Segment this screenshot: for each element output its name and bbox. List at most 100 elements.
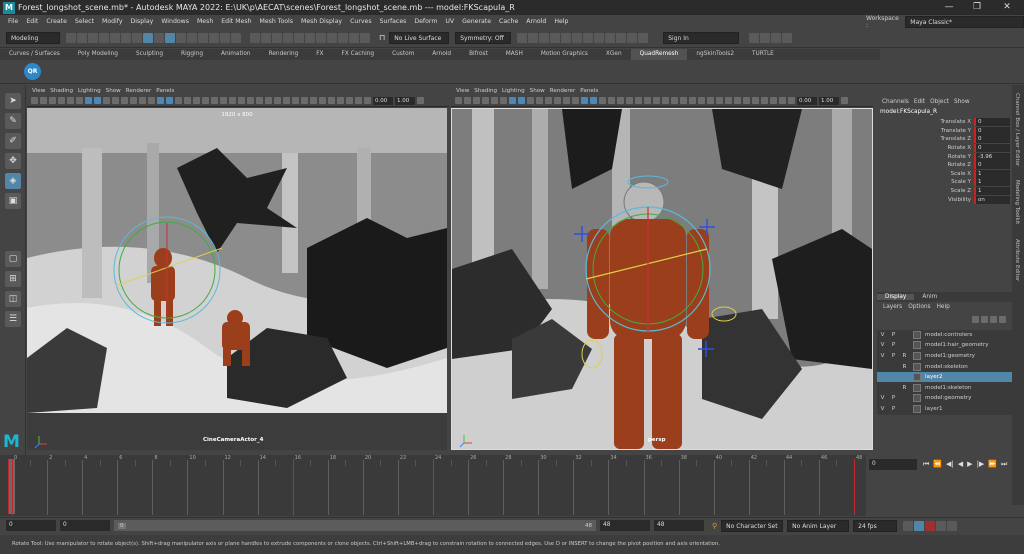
panel-tool-9-icon-right[interactable]: [527, 97, 534, 104]
panel-tool-6-icon-left[interactable]: [76, 97, 83, 104]
panel-tool-36-icon-right[interactable]: [770, 97, 777, 104]
color-management-icon-left[interactable]: [417, 97, 424, 104]
menu-cache[interactable]: Cache: [499, 18, 518, 25]
panel-tool-19-icon-right[interactable]: [617, 97, 624, 104]
panel-tool-11-icon-right[interactable]: [545, 97, 552, 104]
mode-dropdown[interactable]: Modeling: [6, 31, 60, 44]
status-tool-2-icon[interactable]: [77, 32, 87, 43]
snap-tool-6-icon[interactable]: [305, 32, 315, 43]
panel-tool-1-icon-right[interactable]: [455, 97, 462, 104]
panel-tool-24-icon-left[interactable]: [238, 97, 245, 104]
panel-tool-15-icon-right[interactable]: [581, 97, 588, 104]
channel-name[interactable]: Rotate X: [877, 145, 974, 151]
shelf-tab-fx-caching[interactable]: FX Caching: [333, 49, 384, 60]
snap-tool-10-icon[interactable]: [349, 32, 359, 43]
shelf-tab-fx[interactable]: FX: [307, 49, 332, 60]
shelf-tab-rendering[interactable]: Rendering: [260, 49, 308, 60]
menu-uv[interactable]: UV: [445, 18, 454, 25]
layer-v-toggle[interactable]: V: [877, 395, 888, 401]
range-slider-end[interactable]: 48: [585, 523, 592, 529]
status-tool-12-icon[interactable]: [187, 32, 197, 43]
shelf-tab-ngskintools2[interactable]: ngSkinTools2: [687, 49, 743, 60]
snap-tool-2-icon[interactable]: [261, 32, 271, 43]
layer-row[interactable]: V Player1: [877, 404, 1012, 415]
layer-menu-layers[interactable]: Layers: [883, 304, 902, 310]
layer-color-swatch[interactable]: [913, 330, 921, 339]
panel-tool-25-icon-right[interactable]: [671, 97, 678, 104]
panel-tool-2-icon-right[interactable]: [464, 97, 471, 104]
panel-tool-36-icon-left[interactable]: [346, 97, 353, 104]
snap-tool-3-icon[interactable]: [272, 32, 282, 43]
shelf-tab-poly-modeling[interactable]: Poly Modeling: [69, 49, 127, 60]
layer-color-swatch[interactable]: [913, 362, 921, 371]
channel-name[interactable]: Rotate Y: [877, 154, 974, 160]
panel-tool-22-icon-left[interactable]: [220, 97, 227, 104]
panel-menu-panels-right[interactable]: Panels: [580, 88, 598, 94]
status-tool-9-icon[interactable]: [154, 32, 164, 43]
channel-name[interactable]: Translate Z: [877, 136, 974, 142]
shelf-tab-motion-graphics[interactable]: Motion Graphics: [532, 49, 597, 60]
channel-value-field[interactable]: 0: [974, 135, 1010, 144]
panel-tool-27-icon-right[interactable]: [689, 97, 696, 104]
step-forward-key-icon[interactable]: ⏩: [988, 460, 997, 468]
panel-tool-31-icon-left[interactable]: [301, 97, 308, 104]
layer-r-toggle[interactable]: R: [899, 353, 910, 359]
ui-toggle-1-icon[interactable]: [749, 32, 760, 43]
menu-create[interactable]: Create: [46, 18, 67, 25]
panel-tool-13-icon-left[interactable]: [139, 97, 146, 104]
channel-value-field[interactable]: 1: [974, 187, 1010, 196]
panel-tool-30-icon-left[interactable]: [292, 97, 299, 104]
panel-tool-29-icon-left[interactable]: [283, 97, 290, 104]
panel-tool-7-icon-right[interactable]: [509, 97, 516, 104]
snap-tool-1-icon[interactable]: [250, 32, 260, 43]
status-tool-11-icon[interactable]: [176, 32, 186, 43]
layer-p-toggle[interactable]: P: [888, 353, 899, 359]
magnet-icon[interactable]: ⊓: [379, 33, 385, 42]
panel-tool-35-icon-left[interactable]: [337, 97, 344, 104]
layer-p-toggle[interactable]: P: [888, 332, 899, 338]
layer-row[interactable]: V Pmodel:controlers: [877, 330, 1012, 341]
panel-tool-19-icon-left[interactable]: [193, 97, 200, 104]
panel-tool-17-icon-left[interactable]: [175, 97, 182, 104]
menu-surfaces[interactable]: Surfaces: [380, 18, 407, 25]
scale-tool-icon[interactable]: ▣: [5, 193, 21, 209]
panel-tool-33-icon-right[interactable]: [743, 97, 750, 104]
close-button[interactable]: ✕: [992, 0, 1022, 15]
side-tab-attribute-editor[interactable]: Attribute Editor: [1014, 239, 1020, 281]
restore-button[interactable]: ❐: [962, 0, 992, 15]
channel-menu-channels[interactable]: Channels: [882, 99, 909, 105]
layer-row[interactable]: Rmodel:skeleton: [877, 361, 1012, 373]
character-set-icon[interactable]: ⚲: [712, 522, 717, 530]
shelf-tab-animation[interactable]: Animation: [212, 49, 260, 60]
range-slider[interactable]: 0 48: [114, 520, 596, 531]
panel-tool-16-icon-left[interactable]: [166, 97, 173, 104]
panel-tool-37-icon-left[interactable]: [355, 97, 362, 104]
shelf-tab-custom[interactable]: Custom: [383, 49, 423, 60]
gamma-field-left[interactable]: 1.00: [395, 96, 415, 105]
panel-tool-25-icon-left[interactable]: [247, 97, 254, 104]
layer-v-toggle[interactable]: V: [877, 353, 888, 359]
status-tool-14-icon[interactable]: [209, 32, 219, 43]
exposure-field-left[interactable]: 0.00: [373, 96, 393, 105]
panel-tool-18-icon-right[interactable]: [608, 97, 615, 104]
channel-name[interactable]: Translate X: [877, 119, 974, 125]
shelf-tab-arnold[interactable]: Arnold: [423, 49, 460, 60]
layer-p-toggle[interactable]: P: [888, 406, 899, 412]
channel-name[interactable]: Scale X: [877, 171, 974, 177]
panel-menu-view-left[interactable]: View: [32, 88, 45, 94]
render-tool-4-icon[interactable]: [550, 32, 561, 43]
panel-tool-37-icon-right[interactable]: [779, 97, 786, 104]
render-tool-3-icon[interactable]: [539, 32, 550, 43]
side-tab-channel-box[interactable]: Channel Box / Layer Editor: [1014, 93, 1020, 166]
panel-tool-6-icon-right[interactable]: [500, 97, 507, 104]
channel-name[interactable]: Scale Z: [877, 188, 974, 194]
snap-tool-5-icon[interactable]: [294, 32, 304, 43]
playback-end-field[interactable]: 48: [600, 520, 650, 531]
two-pane-layout-icon[interactable]: ◫: [5, 291, 21, 307]
fps-dropdown[interactable]: 24 fps: [853, 519, 898, 532]
menu-edit-mesh[interactable]: Edit Mesh: [221, 18, 251, 25]
layer-color-swatch[interactable]: [913, 341, 921, 350]
status-tool-13-icon[interactable]: [198, 32, 208, 43]
panel-tool-17-icon-right[interactable]: [599, 97, 606, 104]
render-tool-12-icon[interactable]: [638, 32, 649, 43]
